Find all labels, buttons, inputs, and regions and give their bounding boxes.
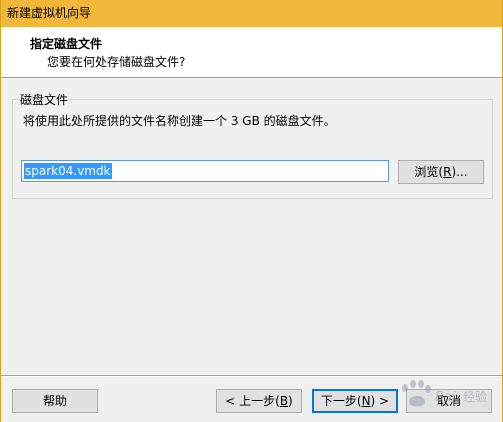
browse-button[interactable]: 浏览(R)...	[398, 160, 484, 184]
footer-divider-highlight	[1, 376, 502, 377]
back-label: < 上一步(	[225, 394, 280, 408]
next-label-suffix: ) >	[370, 394, 390, 408]
browse-label: 浏览(	[414, 165, 444, 179]
back-button[interactable]: < 上一步(B)	[216, 389, 302, 413]
help-label: 帮助	[42, 394, 67, 408]
browse-label-suffix: )...	[451, 165, 468, 179]
back-accelerator: B	[279, 394, 289, 408]
title-bar[interactable]: 新建虚拟机向导	[1, 0, 502, 27]
cancel-button[interactable]: 取消	[406, 389, 492, 413]
next-label: 下一步(	[320, 394, 362, 408]
wizard-header: 指定磁盘文件 您要在何处存储磁盘文件?	[1, 27, 502, 78]
disk-file-value: spark04.vmdk	[24, 163, 112, 179]
page-subtitle: 您要在何处存储磁盘文件?	[47, 55, 186, 69]
disk-file-input[interactable]: spark04.vmdk	[21, 160, 389, 182]
next-button[interactable]: 下一步(N) >	[312, 389, 398, 413]
next-accelerator: N	[361, 394, 371, 408]
page-title: 指定磁盘文件	[30, 37, 103, 51]
wizard-window: 新建虚拟机向导 指定磁盘文件 您要在何处存储磁盘文件? 磁盘文件 将使用此处所提…	[0, 0, 503, 422]
cancel-label: 取消	[436, 394, 461, 408]
back-label-suffix: )	[288, 394, 293, 408]
help-button[interactable]: 帮助	[12, 389, 98, 413]
group-legend: 磁盘文件	[18, 91, 71, 108]
disk-file-description: 将使用此处所提供的文件名称创建一个 3 GB 的磁盘文件。	[23, 114, 336, 128]
window-title: 新建虚拟机向导	[7, 6, 92, 20]
disk-file-group: 磁盘文件 将使用此处所提供的文件名称创建一个 3 GB 的磁盘文件。 spark…	[12, 91, 493, 199]
